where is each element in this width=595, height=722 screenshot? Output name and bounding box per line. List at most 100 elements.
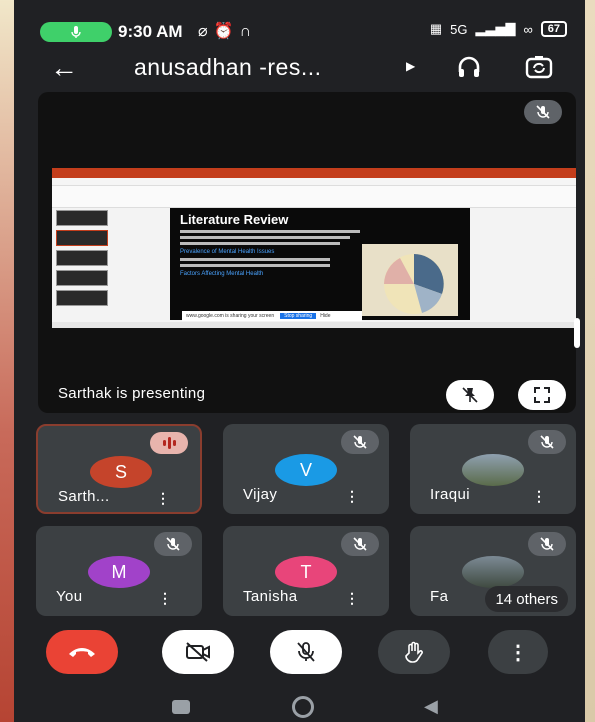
chevron-right-icon[interactable]: ▶ (406, 59, 415, 73)
participant-tile-others[interactable]: Fa 14 others (410, 526, 576, 616)
call-controls: ⋮ (14, 630, 585, 680)
android-navigation-bar: ◀ (14, 690, 585, 722)
more-vert-icon: ⋮ (508, 641, 528, 664)
slide-thumbnail (56, 210, 108, 226)
avatar-photo (462, 454, 524, 486)
others-count-badge[interactable]: 14 others (485, 586, 568, 612)
pin-off-button[interactable] (446, 380, 494, 410)
home-icon[interactable] (292, 696, 314, 718)
powerpoint-statusbar (52, 322, 576, 328)
slide-thumbnail (56, 270, 108, 286)
mic-off-icon (528, 532, 566, 556)
more-options-button[interactable]: ⋮ (488, 630, 548, 674)
meeting-title[interactable]: anusadhan -res... (134, 54, 322, 81)
avatar-photo (462, 556, 524, 588)
participant-name: Tanisha (243, 588, 298, 605)
scroll-indicator (574, 318, 580, 348)
screen-share-bar: www.google.com is sharing your screen St… (182, 311, 362, 321)
status-system-icons: ▦ 5G ▂▃▅▇ ∞ 67 (430, 21, 567, 37)
avatar: S (90, 456, 152, 488)
powerpoint-titlebar (52, 168, 576, 178)
alarm-icon: ⏰ (213, 23, 240, 40)
slide-text-line (180, 230, 360, 233)
slide-text-line (180, 242, 340, 245)
participant-name: Iraqui (430, 486, 470, 503)
mic-off-icon (154, 532, 192, 556)
headset-icon: ∩ (239, 23, 258, 40)
presentation-mute-badge (524, 100, 562, 124)
status-time: 9:30 AM (118, 22, 183, 41)
share-bar-text: www.google.com is sharing your screen (186, 313, 275, 319)
slide-text-line (180, 258, 330, 261)
participant-tile-vijay[interactable]: V Vijay ⋮ (223, 424, 389, 514)
participant-tile-sarthak[interactable]: S Sarth... ⋮ (36, 424, 202, 514)
participant-name: You (56, 588, 83, 605)
hide-button[interactable]: Hide (320, 313, 330, 319)
more-vert-icon[interactable]: ⋮ (158, 590, 172, 607)
background-left (0, 0, 14, 722)
participant-tile-tanisha[interactable]: T Tanisha ⋮ (223, 526, 389, 616)
more-vert-icon[interactable]: ⋮ (532, 488, 546, 505)
camera-toggle-button[interactable] (162, 630, 234, 674)
mic-active-indicator (40, 22, 112, 42)
network-type: 5G (450, 21, 468, 37)
mic-off-icon (528, 430, 566, 454)
raise-hand-button[interactable] (378, 630, 450, 674)
pin-off-icon (462, 387, 478, 403)
back-arrow-icon[interactable]: ← (50, 52, 78, 84)
signal-icon: ▂▃▅▇ (475, 21, 516, 36)
mic-off-icon (341, 532, 379, 556)
link-icon: ∞ (523, 21, 533, 37)
stop-sharing-button[interactable]: Stop sharing (280, 313, 317, 319)
meeting-header: ← anusadhan -res... ▶ (14, 50, 585, 88)
participant-tile-you[interactable]: M You ⋮ (36, 526, 202, 616)
more-vert-icon[interactable]: ⋮ (156, 490, 170, 507)
powerpoint-menu (52, 178, 576, 186)
background-right (585, 0, 595, 722)
end-call-button[interactable] (46, 630, 118, 674)
slide-thumbnail (56, 250, 108, 266)
battery-icon: 67 (540, 21, 567, 37)
participant-tile-iraqui[interactable]: Iraqui ⋮ (410, 424, 576, 514)
presentation-tile[interactable]: Literature Review Prevalence of Mental H… (38, 92, 576, 413)
more-vert-icon[interactable]: ⋮ (345, 590, 359, 607)
participant-name: Fa (430, 588, 449, 605)
recents-icon[interactable] (172, 700, 190, 714)
back-nav-icon[interactable]: ◀ (424, 696, 438, 717)
mic-off-icon (297, 642, 315, 662)
more-vert-icon[interactable]: ⋮ (345, 488, 359, 505)
mic-toggle-button[interactable] (270, 630, 342, 674)
slide-thumbnail (56, 290, 108, 306)
presenter-label: Sarthak is presenting (58, 385, 206, 402)
do-not-disturb-icon: ⌀ (198, 23, 214, 40)
avatar: T (275, 556, 337, 588)
headphones-icon[interactable] (456, 54, 482, 85)
participant-name: Vijay (243, 486, 278, 503)
slide-thumbnail (56, 230, 108, 246)
status-notification-icons: ⌀⏰∩ (198, 21, 257, 41)
avatar: M (88, 556, 150, 588)
status-bar: 9:30 AM ⌀⏰∩ ▦ 5G ▂▃▅▇ ∞ 67 (14, 14, 585, 50)
mic-off-icon (536, 105, 550, 119)
mic-off-icon (341, 430, 379, 454)
switch-camera-icon[interactable] (524, 53, 554, 86)
mic-icon (71, 26, 81, 38)
volte-icon: ▦ (429, 21, 443, 36)
raise-hand-icon (405, 641, 423, 663)
powerpoint-ribbon (52, 186, 576, 208)
speaking-indicator-icon (150, 432, 188, 454)
shared-screen: Literature Review Prevalence of Mental H… (52, 168, 576, 328)
slide-title: Literature Review (180, 212, 289, 227)
slide-text-line (180, 264, 330, 267)
fullscreen-button[interactable] (518, 380, 566, 410)
slide-thumbnails (56, 210, 110, 320)
fullscreen-icon (534, 387, 550, 403)
end-call-icon (69, 648, 95, 657)
current-slide: Literature Review Prevalence of Mental H… (170, 208, 470, 320)
slide-text-line (180, 236, 350, 239)
avatar: V (275, 454, 337, 486)
camera-off-icon (186, 642, 210, 662)
slide-pie-chart (362, 244, 458, 316)
phone-screen: 9:30 AM ⌀⏰∩ ▦ 5G ▂▃▅▇ ∞ 67 ← anusadhan -… (14, 0, 585, 722)
participant-name: Sarth... (58, 488, 110, 505)
